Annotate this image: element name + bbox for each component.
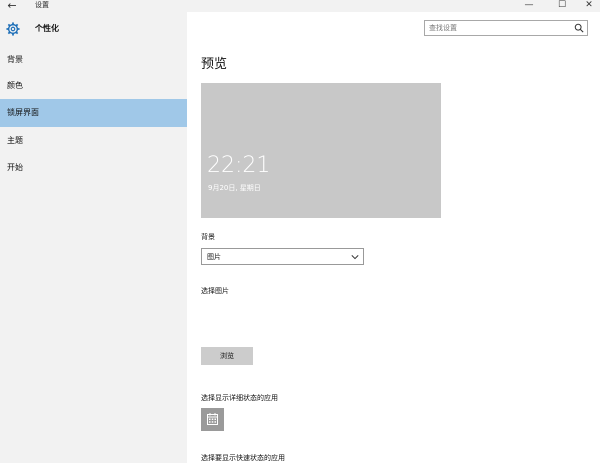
detail-status-app-tile[interactable] <box>201 408 224 431</box>
sidebar-item-label: 颜色 <box>7 81 23 90</box>
sidebar-item-label: 锁屏界面 <box>7 108 39 117</box>
background-label: 背景 <box>201 233 215 241</box>
browse-button[interactable]: 浏览 <box>201 347 253 365</box>
minimize-button[interactable]: — <box>515 0 543 12</box>
detail-status-label: 选择显示详细状态的应用 <box>201 394 278 402</box>
search-box[interactable] <box>424 20 588 36</box>
title-bar: ← 设置 — ☐ ✕ <box>0 0 600 12</box>
gear-icon <box>6 22 20 36</box>
preview-time: 22:21 <box>207 153 271 178</box>
chevron-down-icon <box>351 255 359 260</box>
app-title: 设置 <box>35 1 49 9</box>
sidebar-item-start[interactable]: 开始 <box>0 154 187 182</box>
sidebar-item-label: 主题 <box>7 136 23 145</box>
search-icon[interactable] <box>574 23 584 33</box>
sidebar-item-label: 开始 <box>7 163 23 172</box>
sidebar: 个性化 背景 颜色 锁屏界面 主题 开始 <box>0 12 187 463</box>
lock-screen-preview: 22:21 9月20日, 星期日 <box>201 83 441 218</box>
back-button[interactable]: ← <box>3 0 21 12</box>
choose-picture-label: 选择图片 <box>201 287 229 295</box>
page-title: 预览 <box>201 57 228 72</box>
settings-window: ← 设置 — ☐ ✕ 个性化 背景 颜色 锁屏界面 主题 开始 查找设置 预览 … <box>0 0 600 463</box>
background-select[interactable]: 图片 <box>201 248 364 265</box>
quick-status-label: 选择要显示快速状态的应用 <box>201 454 285 462</box>
sidebar-item-lock-screen[interactable]: 锁屏界面 <box>0 99 187 127</box>
sidebar-item-themes[interactable]: 主题 <box>0 127 187 155</box>
maximize-button[interactable]: ☐ <box>548 0 576 12</box>
sidebar-item-background[interactable]: 背景 <box>0 46 187 74</box>
close-button[interactable]: ✕ <box>575 0 600 12</box>
calendar-icon <box>207 413 218 425</box>
sidebar-item-colors[interactable]: 颜色 <box>0 72 187 100</box>
sidebar-item-label: 背景 <box>7 55 23 64</box>
section-title: 个性化 <box>35 24 59 33</box>
sidebar-header[interactable]: 个性化 <box>0 18 187 40</box>
background-select-value: 图片 <box>207 253 221 261</box>
preview-date: 9月20日, 星期日 <box>208 184 261 192</box>
search-input[interactable] <box>427 22 571 34</box>
